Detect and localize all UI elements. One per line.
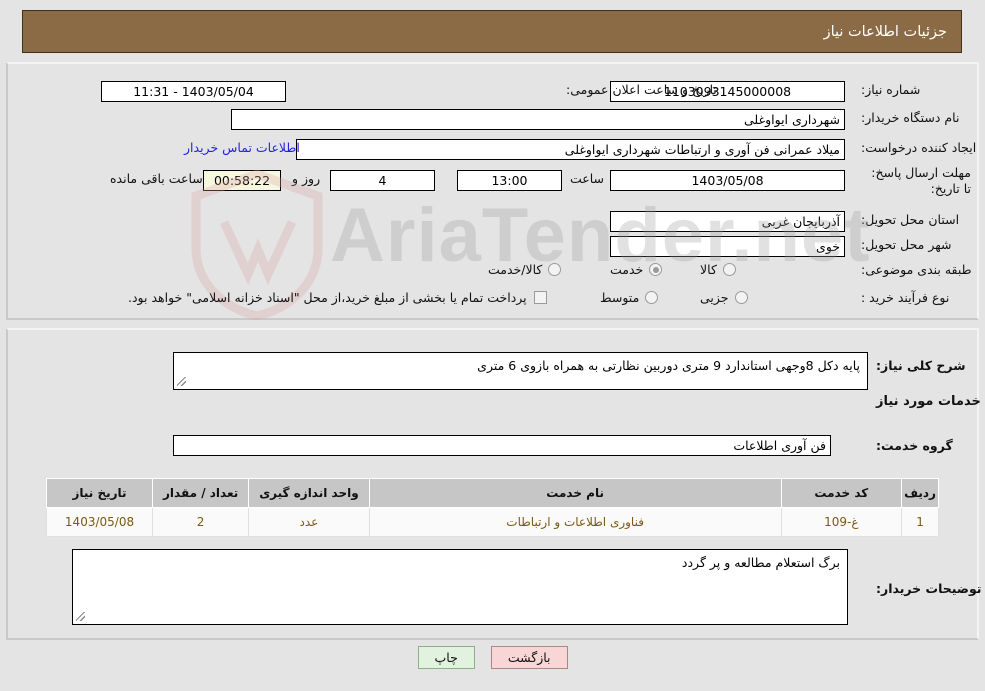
col-quantity: تعداد / مقدار: [152, 478, 250, 508]
province-label-wrap: استان محل تحویل:: [861, 212, 959, 227]
category-option-label: کالا: [700, 262, 717, 277]
checkbox-treasury-icon[interactable]: [533, 291, 547, 304]
summary-textarea[interactable]: پایه دکل 8وجهی استاندارد 9 متری دوربین ن…: [173, 352, 868, 390]
remaining-label-wrap: ساعت باقی مانده: [110, 171, 203, 186]
col-unit: واحد اندازه گیری: [248, 478, 370, 508]
process-option-motevaset[interactable]: متوسط: [600, 290, 659, 305]
buyer-org-label-wrap: نام دستگاه خریدار:: [861, 110, 959, 125]
deadline-hour-label-wrap: ساعت: [570, 171, 604, 186]
buyer-contact-link[interactable]: اطلاعات تماس خریدار: [184, 140, 300, 155]
process-option-label: متوسط: [600, 290, 640, 305]
cell-service-name: فناوری اطلاعات و ارتباطات: [368, 507, 782, 537]
category-label-wrap: طبقه بندی موضوعی:: [861, 262, 972, 277]
table-row: 1 غ-109 فناوری اطلاعات و ارتباطات عدد 2 …: [45, 507, 939, 537]
remaining-hours-label: ساعت باقی مانده: [110, 171, 203, 186]
city-value: خوی: [610, 236, 845, 257]
radio-motevaset-icon[interactable]: [645, 291, 659, 304]
days-label: روز و: [292, 171, 321, 186]
print-button[interactable]: چاپ: [417, 646, 475, 669]
days-remaining-value: 4: [330, 170, 435, 191]
summary-text: پایه دکل 8وجهی استاندارد 9 متری دوربین ن…: [477, 358, 860, 373]
treasury-bond-label: پرداخت تمام یا بخشی از مبلغ خرید،از محل …: [128, 290, 527, 305]
action-button-bar: بازگشت چاپ: [0, 646, 985, 669]
summary-label-wrap: شرح کلی نیاز:: [876, 358, 965, 373]
radio-kala-icon[interactable]: [722, 263, 736, 276]
process-option-jozei[interactable]: جزیی: [700, 290, 748, 305]
city-label: شهر محل تحویل:: [861, 237, 952, 252]
col-service-name: نام خدمت: [368, 478, 782, 508]
category-option-label: خدمت: [610, 262, 644, 277]
process-label-wrap: نوع فرآیند خرید :: [861, 290, 949, 305]
service-group-label-wrap: گروه خدمت:: [876, 438, 953, 453]
summary-label: شرح کلی نیاز:: [876, 358, 966, 373]
col-radif: ردیف: [901, 478, 939, 508]
buyer-notes-label-wrap: توضیحات خریدار:: [876, 581, 982, 596]
public-announce-label: تاریخ و ساعت اعلان عمومی:: [566, 82, 717, 97]
radio-khedmat-icon[interactable]: [649, 263, 663, 276]
services-section-heading: اطلاعات خدمات مورد نیاز: [876, 394, 985, 409]
category-option-label: کالا/خدمت: [488, 262, 543, 277]
services-table: ردیف کد خدمت نام خدمت واحد اندازه گیری ت…: [45, 478, 939, 537]
radio-jozei-icon[interactable]: [734, 291, 748, 304]
countdown-value: 00:58:22: [203, 170, 281, 191]
cell-need-date: 1403/05/08: [45, 507, 154, 537]
category-option-kala-khedmat[interactable]: کالا/خدمت: [488, 262, 562, 277]
deadline-label: مهلت ارسال پاسخ: تا تاریخ:: [871, 165, 971, 196]
deadline-hour-value: 13:00: [457, 170, 562, 191]
col-service-code: کد خدمت: [780, 478, 903, 508]
col-need-date: تاریخ نیاز: [45, 478, 154, 508]
city-label-wrap: شهر محل تحویل:: [861, 237, 951, 252]
province-label: استان محل تحویل:: [861, 212, 960, 227]
buyer-notes-textarea[interactable]: برگ استعلام مطالعه و پر گردد: [72, 549, 848, 625]
need-number-label: شماره نیاز:: [861, 82, 921, 97]
cell-quantity: 2: [152, 507, 250, 537]
deadline-hour-label: ساعت: [570, 171, 605, 186]
category-option-khedmat[interactable]: خدمت: [610, 262, 663, 277]
category-option-kala[interactable]: کالا: [700, 262, 736, 277]
cell-radif: 1: [901, 507, 939, 537]
public-announce-label-wrap: تاریخ و ساعت اعلان عمومی:: [566, 82, 717, 97]
cell-unit: عدد: [248, 507, 370, 537]
process-option-label: جزیی: [700, 290, 729, 305]
contact-link-wrap[interactable]: اطلاعات تماس خریدار: [184, 140, 300, 155]
process-type-label: نوع فرآیند خرید :: [861, 290, 950, 305]
deadline-date-value: 1403/05/08: [610, 170, 845, 191]
days-label-wrap: روز و: [292, 171, 320, 186]
page-header: جزئیات اطلاعات نیاز: [22, 10, 962, 53]
service-group-value: فن آوری اطلاعات: [173, 435, 831, 456]
treasury-bond-option[interactable]: پرداخت تمام یا بخشی از مبلغ خرید،از محل …: [128, 290, 547, 305]
service-group-label: گروه خدمت:: [876, 438, 953, 453]
requester-label-wrap: ایجاد کننده درخواست:: [861, 140, 976, 155]
requester-label: ایجاد کننده درخواست:: [861, 140, 977, 155]
deadline-label-wrap: مهلت ارسال پاسخ: تا تاریخ:: [861, 165, 971, 197]
province-value: آذربایجان غربی: [610, 211, 845, 232]
buyer-notes-label: توضیحات خریدار:: [876, 581, 982, 596]
buyer-org-label: نام دستگاه خریدار:: [861, 110, 960, 125]
page-title: جزئیات اطلاعات نیاز: [823, 23, 947, 40]
page-root: AriaTender.net جزئیات اطلاعات نیاز شماره…: [0, 0, 985, 691]
category-label: طبقه بندی موضوعی:: [861, 262, 972, 277]
public-announce-value: 1403/05/04 - 11:31: [101, 81, 286, 102]
need-number-label-wrap: شماره نیاز:: [861, 82, 920, 97]
cell-service-code: غ-109: [780, 507, 903, 537]
buyer-org-value: شهرداری ایواوغلی: [231, 109, 845, 130]
buyer-notes-text: برگ استعلام مطالعه و پر گردد: [681, 555, 840, 570]
table-header-row: ردیف کد خدمت نام خدمت واحد اندازه گیری ت…: [45, 478, 939, 508]
back-button[interactable]: بازگشت: [490, 646, 568, 669]
requester-value: میلاد عمرانی فن آوری و ارتباطات شهرداری …: [296, 139, 845, 160]
radio-kala-khedmat-icon[interactable]: [548, 263, 562, 276]
